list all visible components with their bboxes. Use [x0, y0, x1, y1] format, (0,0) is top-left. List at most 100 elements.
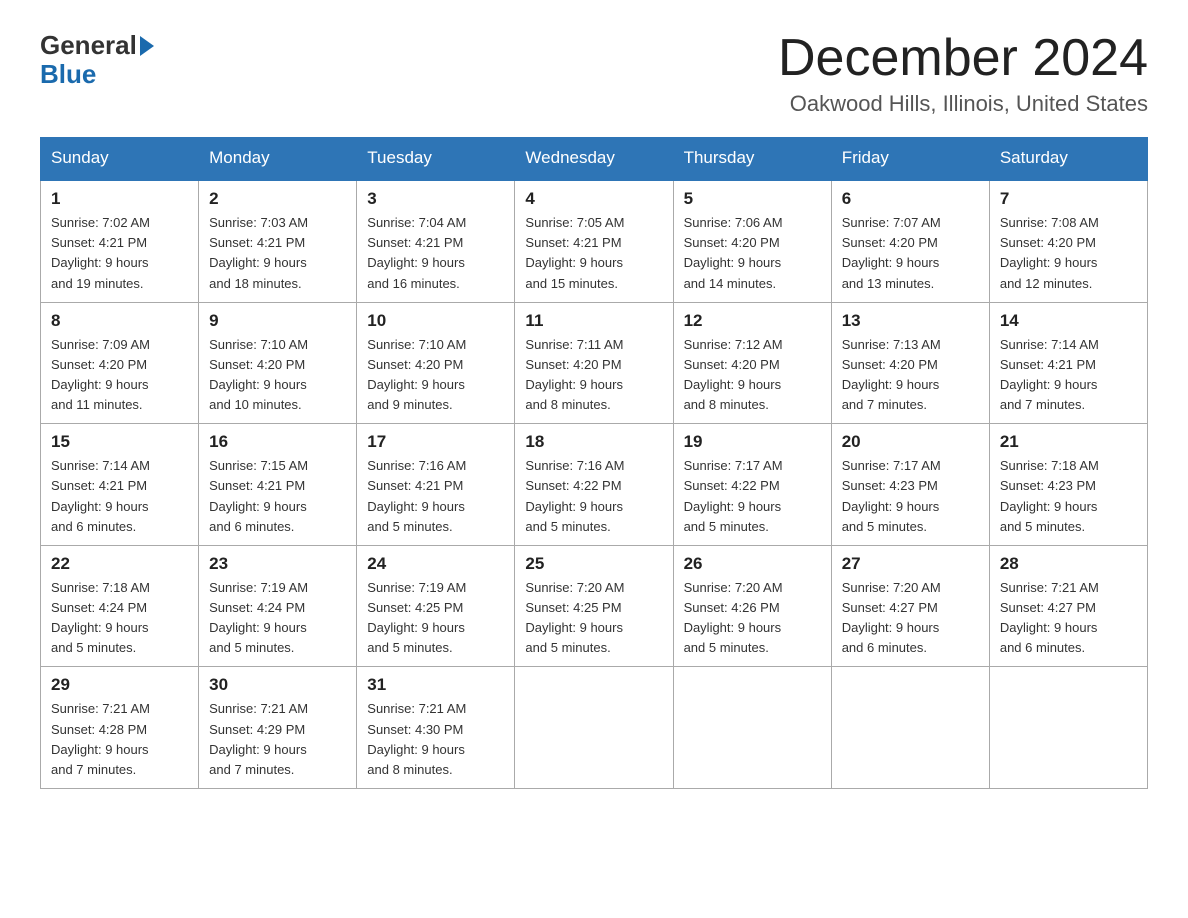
calendar-cell	[831, 667, 989, 789]
calendar-cell	[515, 667, 673, 789]
calendar-cell: 10 Sunrise: 7:10 AM Sunset: 4:20 PM Dayl…	[357, 302, 515, 424]
weekday-header-thursday: Thursday	[673, 138, 831, 180]
day-info: Sunrise: 7:05 AM Sunset: 4:21 PM Dayligh…	[525, 213, 662, 294]
day-number: 24	[367, 554, 504, 574]
calendar-cell: 24 Sunrise: 7:19 AM Sunset: 4:25 PM Dayl…	[357, 545, 515, 667]
day-info: Sunrise: 7:20 AM Sunset: 4:25 PM Dayligh…	[525, 578, 662, 659]
day-number: 8	[51, 311, 188, 331]
day-info: Sunrise: 7:21 AM Sunset: 4:30 PM Dayligh…	[367, 699, 504, 780]
day-info: Sunrise: 7:11 AM Sunset: 4:20 PM Dayligh…	[525, 335, 662, 416]
logo-arrow-icon	[140, 36, 154, 56]
day-number: 29	[51, 675, 188, 695]
day-number: 5	[684, 189, 821, 209]
day-info: Sunrise: 7:04 AM Sunset: 4:21 PM Dayligh…	[367, 213, 504, 294]
day-info: Sunrise: 7:07 AM Sunset: 4:20 PM Dayligh…	[842, 213, 979, 294]
day-info: Sunrise: 7:14 AM Sunset: 4:21 PM Dayligh…	[51, 456, 188, 537]
day-number: 17	[367, 432, 504, 452]
day-info: Sunrise: 7:18 AM Sunset: 4:24 PM Dayligh…	[51, 578, 188, 659]
day-number: 11	[525, 311, 662, 331]
calendar-week-row: 29 Sunrise: 7:21 AM Sunset: 4:28 PM Dayl…	[41, 667, 1148, 789]
day-info: Sunrise: 7:09 AM Sunset: 4:20 PM Dayligh…	[51, 335, 188, 416]
day-number: 28	[1000, 554, 1137, 574]
day-info: Sunrise: 7:06 AM Sunset: 4:20 PM Dayligh…	[684, 213, 821, 294]
calendar-cell: 28 Sunrise: 7:21 AM Sunset: 4:27 PM Dayl…	[989, 545, 1147, 667]
weekday-header-row: SundayMondayTuesdayWednesdayThursdayFrid…	[41, 138, 1148, 180]
day-number: 23	[209, 554, 346, 574]
day-number: 15	[51, 432, 188, 452]
day-number: 30	[209, 675, 346, 695]
calendar-cell: 19 Sunrise: 7:17 AM Sunset: 4:22 PM Dayl…	[673, 424, 831, 546]
weekday-header-monday: Monday	[199, 138, 357, 180]
weekday-header-friday: Friday	[831, 138, 989, 180]
calendar-cell: 7 Sunrise: 7:08 AM Sunset: 4:20 PM Dayli…	[989, 180, 1147, 303]
calendar-cell: 30 Sunrise: 7:21 AM Sunset: 4:29 PM Dayl…	[199, 667, 357, 789]
day-info: Sunrise: 7:18 AM Sunset: 4:23 PM Dayligh…	[1000, 456, 1137, 537]
calendar-cell: 12 Sunrise: 7:12 AM Sunset: 4:20 PM Dayl…	[673, 302, 831, 424]
day-number: 22	[51, 554, 188, 574]
day-number: 14	[1000, 311, 1137, 331]
calendar-cell: 9 Sunrise: 7:10 AM Sunset: 4:20 PM Dayli…	[199, 302, 357, 424]
calendar-cell: 22 Sunrise: 7:18 AM Sunset: 4:24 PM Dayl…	[41, 545, 199, 667]
calendar-cell: 1 Sunrise: 7:02 AM Sunset: 4:21 PM Dayli…	[41, 180, 199, 303]
day-info: Sunrise: 7:20 AM Sunset: 4:27 PM Dayligh…	[842, 578, 979, 659]
weekday-header-sunday: Sunday	[41, 138, 199, 180]
calendar-table: SundayMondayTuesdayWednesdayThursdayFrid…	[40, 137, 1148, 789]
day-info: Sunrise: 7:19 AM Sunset: 4:24 PM Dayligh…	[209, 578, 346, 659]
logo: General Blue	[40, 30, 154, 87]
day-info: Sunrise: 7:03 AM Sunset: 4:21 PM Dayligh…	[209, 213, 346, 294]
day-number: 20	[842, 432, 979, 452]
day-info: Sunrise: 7:17 AM Sunset: 4:23 PM Dayligh…	[842, 456, 979, 537]
day-info: Sunrise: 7:15 AM Sunset: 4:21 PM Dayligh…	[209, 456, 346, 537]
day-number: 9	[209, 311, 346, 331]
calendar-cell: 13 Sunrise: 7:13 AM Sunset: 4:20 PM Dayl…	[831, 302, 989, 424]
weekday-header-tuesday: Tuesday	[357, 138, 515, 180]
calendar-cell: 20 Sunrise: 7:17 AM Sunset: 4:23 PM Dayl…	[831, 424, 989, 546]
day-info: Sunrise: 7:20 AM Sunset: 4:26 PM Dayligh…	[684, 578, 821, 659]
day-number: 25	[525, 554, 662, 574]
calendar-cell: 14 Sunrise: 7:14 AM Sunset: 4:21 PM Dayl…	[989, 302, 1147, 424]
day-info: Sunrise: 7:21 AM Sunset: 4:28 PM Dayligh…	[51, 699, 188, 780]
calendar-cell: 21 Sunrise: 7:18 AM Sunset: 4:23 PM Dayl…	[989, 424, 1147, 546]
logo-general-text: General	[40, 30, 137, 61]
calendar-cell: 29 Sunrise: 7:21 AM Sunset: 4:28 PM Dayl…	[41, 667, 199, 789]
calendar-cell: 16 Sunrise: 7:15 AM Sunset: 4:21 PM Dayl…	[199, 424, 357, 546]
page-header: General Blue December 2024 Oakwood Hills…	[40, 30, 1148, 117]
calendar-cell: 25 Sunrise: 7:20 AM Sunset: 4:25 PM Dayl…	[515, 545, 673, 667]
day-number: 27	[842, 554, 979, 574]
calendar-cell: 8 Sunrise: 7:09 AM Sunset: 4:20 PM Dayli…	[41, 302, 199, 424]
calendar-week-row: 1 Sunrise: 7:02 AM Sunset: 4:21 PM Dayli…	[41, 180, 1148, 303]
day-number: 16	[209, 432, 346, 452]
day-info: Sunrise: 7:10 AM Sunset: 4:20 PM Dayligh…	[209, 335, 346, 416]
calendar-title: December 2024	[778, 30, 1148, 87]
day-number: 13	[842, 311, 979, 331]
calendar-cell: 5 Sunrise: 7:06 AM Sunset: 4:20 PM Dayli…	[673, 180, 831, 303]
day-info: Sunrise: 7:12 AM Sunset: 4:20 PM Dayligh…	[684, 335, 821, 416]
calendar-cell	[989, 667, 1147, 789]
calendar-cell	[673, 667, 831, 789]
calendar-cell: 6 Sunrise: 7:07 AM Sunset: 4:20 PM Dayli…	[831, 180, 989, 303]
day-info: Sunrise: 7:10 AM Sunset: 4:20 PM Dayligh…	[367, 335, 504, 416]
day-number: 26	[684, 554, 821, 574]
day-number: 4	[525, 189, 662, 209]
location-subtitle: Oakwood Hills, Illinois, United States	[778, 91, 1148, 117]
calendar-week-row: 15 Sunrise: 7:14 AM Sunset: 4:21 PM Dayl…	[41, 424, 1148, 546]
calendar-cell: 27 Sunrise: 7:20 AM Sunset: 4:27 PM Dayl…	[831, 545, 989, 667]
logo-blue-text: Blue	[40, 61, 96, 87]
calendar-cell: 23 Sunrise: 7:19 AM Sunset: 4:24 PM Dayl…	[199, 545, 357, 667]
day-number: 1	[51, 189, 188, 209]
calendar-cell: 31 Sunrise: 7:21 AM Sunset: 4:30 PM Dayl…	[357, 667, 515, 789]
day-number: 18	[525, 432, 662, 452]
calendar-cell: 11 Sunrise: 7:11 AM Sunset: 4:20 PM Dayl…	[515, 302, 673, 424]
day-number: 3	[367, 189, 504, 209]
calendar-week-row: 22 Sunrise: 7:18 AM Sunset: 4:24 PM Dayl…	[41, 545, 1148, 667]
day-number: 19	[684, 432, 821, 452]
day-number: 21	[1000, 432, 1137, 452]
day-info: Sunrise: 7:16 AM Sunset: 4:21 PM Dayligh…	[367, 456, 504, 537]
calendar-cell: 26 Sunrise: 7:20 AM Sunset: 4:26 PM Dayl…	[673, 545, 831, 667]
weekday-header-saturday: Saturday	[989, 138, 1147, 180]
calendar-cell: 15 Sunrise: 7:14 AM Sunset: 4:21 PM Dayl…	[41, 424, 199, 546]
day-info: Sunrise: 7:17 AM Sunset: 4:22 PM Dayligh…	[684, 456, 821, 537]
day-info: Sunrise: 7:02 AM Sunset: 4:21 PM Dayligh…	[51, 213, 188, 294]
day-info: Sunrise: 7:21 AM Sunset: 4:27 PM Dayligh…	[1000, 578, 1137, 659]
day-info: Sunrise: 7:08 AM Sunset: 4:20 PM Dayligh…	[1000, 213, 1137, 294]
